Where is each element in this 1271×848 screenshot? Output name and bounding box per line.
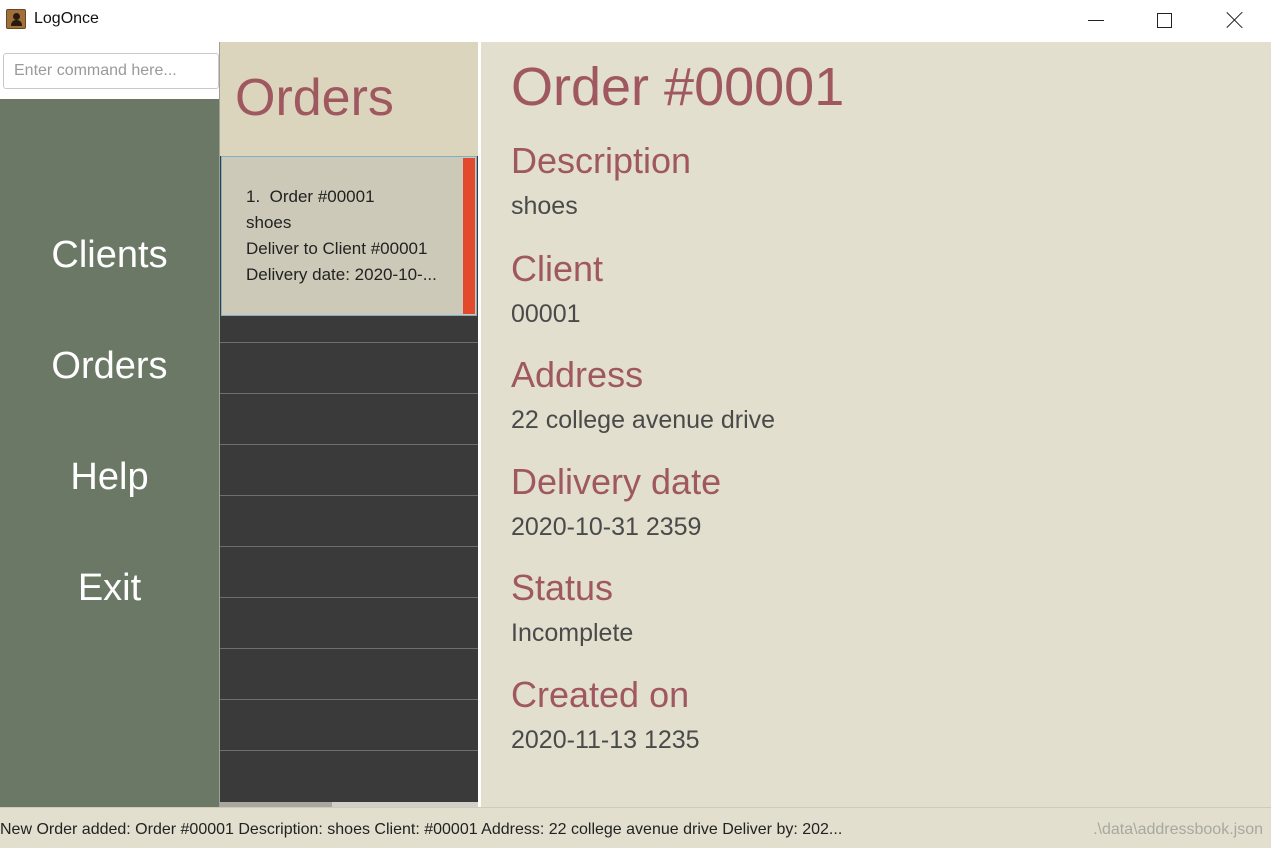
client-value: 00001 bbox=[511, 300, 581, 328]
order-card-client: Deliver to Client #00001 bbox=[246, 239, 428, 258]
order-card-description: shoes bbox=[246, 213, 292, 232]
description-value: shoes bbox=[511, 192, 578, 220]
detail-title: Order #00001 bbox=[511, 57, 845, 117]
minimize-button[interactable] bbox=[1066, 0, 1126, 40]
list-divider bbox=[220, 342, 478, 343]
orders-list-panel: Orders 1. Order #00001 shoes Deliver to … bbox=[219, 42, 478, 807]
minimize-icon bbox=[1088, 19, 1104, 21]
delivery-date-value: 2020-10-31 2359 bbox=[511, 513, 702, 541]
status-message: New Order added: Order #00001 Descriptio… bbox=[0, 821, 843, 838]
client-label: Client bbox=[511, 248, 604, 289]
status-file-path: .\data\addressbook.json bbox=[1093, 821, 1263, 838]
list-divider bbox=[220, 597, 478, 598]
created-on-label: Created on bbox=[511, 674, 690, 715]
maximize-button[interactable] bbox=[1134, 0, 1194, 40]
order-card-title: 1. Order #00001 bbox=[246, 187, 375, 207]
orders-list-header: Orders bbox=[220, 42, 478, 156]
order-status-indicator bbox=[463, 158, 475, 314]
sidebar: Clients Orders Help Exit bbox=[0, 42, 219, 807]
list-divider bbox=[220, 750, 478, 751]
list-divider bbox=[220, 444, 478, 445]
status-bar: New Order added: Order #00001 Descriptio… bbox=[0, 807, 1271, 848]
status-value: Incomplete bbox=[511, 619, 634, 647]
command-box bbox=[0, 42, 219, 99]
close-icon bbox=[1226, 11, 1244, 29]
status-label: Status bbox=[511, 567, 614, 608]
order-detail-panel: Order #00001 Description shoes Client 00… bbox=[478, 42, 1271, 807]
command-input[interactable] bbox=[3, 53, 219, 89]
sidebar-item-clients[interactable]: Clients bbox=[0, 234, 219, 277]
address-value: 22 college avenue drive bbox=[511, 406, 776, 434]
list-divider bbox=[220, 495, 478, 496]
description-label: Description bbox=[511, 140, 692, 181]
order-card-delivery: Delivery date: 2020-10-... bbox=[246, 265, 437, 284]
list-divider bbox=[220, 546, 478, 547]
sidebar-item-help[interactable]: Help bbox=[0, 456, 219, 499]
order-card-index: 1. bbox=[246, 187, 261, 206]
list-item[interactable]: 1. Order #00001 shoes Deliver to Client … bbox=[221, 156, 477, 316]
orders-list-title: Orders bbox=[235, 69, 394, 127]
list-divider bbox=[220, 393, 478, 394]
sidebar-item-orders[interactable]: Orders bbox=[0, 345, 219, 388]
list-divider bbox=[220, 699, 478, 700]
window-title: LogOnce bbox=[34, 10, 99, 27]
address-label: Address bbox=[511, 354, 644, 395]
maximize-icon bbox=[1156, 12, 1172, 28]
order-card-number: Order #00001 bbox=[269, 187, 375, 206]
sidebar-item-exit[interactable]: Exit bbox=[0, 567, 219, 610]
list-divider bbox=[220, 648, 478, 649]
title-bar: LogOnce bbox=[0, 0, 1271, 42]
close-button[interactable] bbox=[1205, 0, 1265, 40]
delivery-date-label: Delivery date bbox=[511, 461, 722, 502]
app-logo-icon bbox=[6, 9, 26, 29]
created-on-value: 2020-11-13 1235 bbox=[511, 726, 700, 754]
